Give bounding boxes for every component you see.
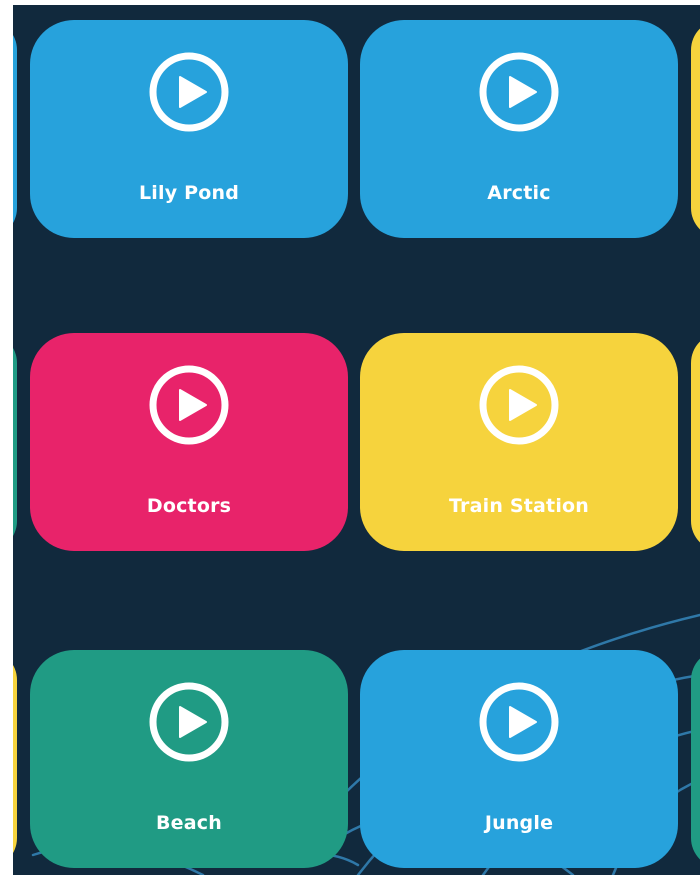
tile-label: Train Station bbox=[448, 495, 590, 517]
partial-tile-left-1[interactable] bbox=[13, 20, 17, 238]
partial-tile-left-3[interactable] bbox=[13, 650, 17, 868]
play-circle-icon bbox=[149, 682, 229, 762]
play-circle-icon bbox=[149, 52, 229, 132]
partial-tile-right-3[interactable] bbox=[691, 650, 700, 868]
tile-label: Arctic bbox=[487, 182, 551, 204]
play-circle-icon bbox=[149, 365, 229, 445]
play-circle-icon bbox=[479, 52, 559, 132]
tile-jungle[interactable]: Jungle bbox=[360, 650, 678, 868]
scene-grid: Lily Pond Arctic Doctors Train Station B… bbox=[13, 5, 700, 875]
play-circle-icon bbox=[479, 682, 559, 762]
tile-arctic[interactable]: Arctic bbox=[360, 20, 678, 238]
partial-tile-right-2[interactable] bbox=[691, 333, 700, 551]
tile-label: Jungle bbox=[484, 812, 554, 834]
tile-train-station[interactable]: Train Station bbox=[360, 333, 678, 551]
tile-doctors[interactable]: Doctors bbox=[30, 333, 348, 551]
partial-tile-right-1[interactable] bbox=[691, 20, 700, 238]
tile-beach[interactable]: Beach bbox=[30, 650, 348, 868]
play-circle-icon bbox=[479, 365, 559, 445]
partial-tile-left-2[interactable] bbox=[13, 333, 17, 551]
tile-label: Doctors bbox=[146, 495, 232, 517]
tile-label: Lily Pond bbox=[138, 182, 240, 204]
tile-label: Beach bbox=[156, 812, 222, 834]
tile-lily-pond[interactable]: Lily Pond bbox=[30, 20, 348, 238]
